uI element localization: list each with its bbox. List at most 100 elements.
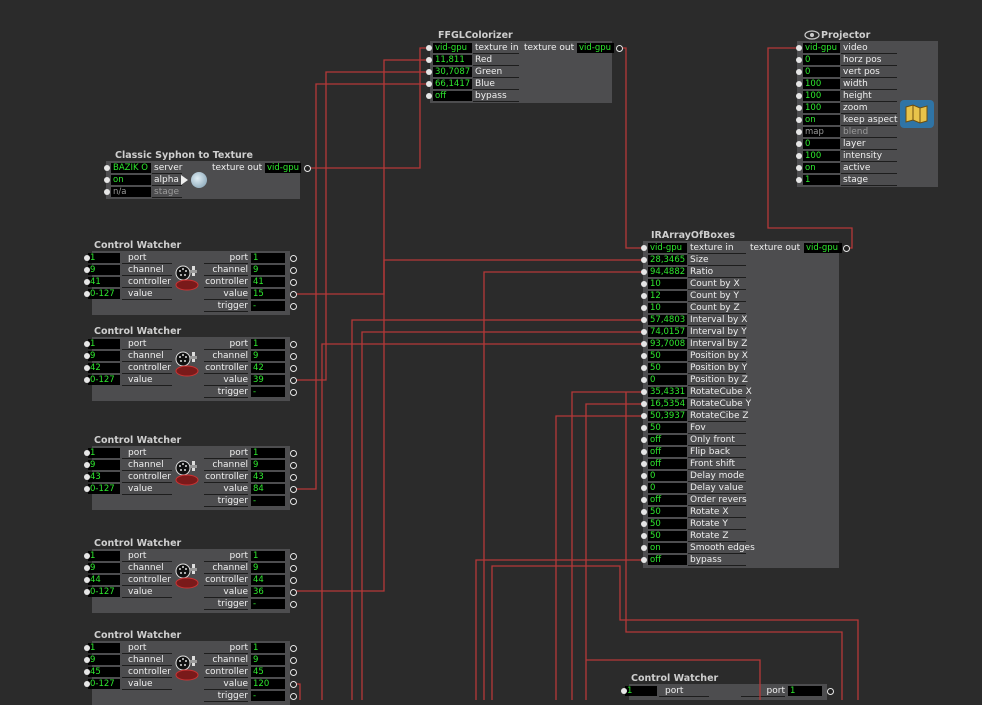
control-watcher-out-port[interactable] (290, 389, 297, 396)
irarray-in-value[interactable]: 16,5354 (648, 399, 687, 409)
irarray-in-port[interactable] (641, 461, 647, 467)
projector-in-port[interactable] (796, 45, 802, 51)
irarray-in-value[interactable]: off (648, 495, 687, 505)
control-watcher-in-port[interactable] (84, 267, 90, 273)
control-watcher-out-port[interactable] (290, 303, 297, 310)
irarray-in-value[interactable]: 50 (648, 351, 687, 361)
control-watcher-out-port[interactable] (290, 601, 297, 608)
control-watcher-in-value[interactable]: 45 (88, 667, 120, 677)
irarray-in-port[interactable] (641, 245, 647, 251)
irarray-in-port[interactable] (641, 437, 647, 443)
ffgl-in-value[interactable]: 11,811 (433, 55, 472, 65)
control-watcher-out-port[interactable] (290, 565, 297, 572)
control-watcher-out-value[interactable]: 41 (251, 277, 285, 287)
control-watcher-out-value[interactable]: 1 (251, 643, 285, 653)
irarray-in-port[interactable] (641, 557, 647, 563)
control-watcher-in-value[interactable]: 9 (88, 351, 120, 361)
irarray-in-value[interactable]: off (648, 435, 687, 445)
control-watcher-in-port[interactable] (84, 255, 90, 261)
irarray-in-value[interactable]: 0 (648, 483, 687, 493)
control-watcher-out-value[interactable]: 1 (251, 253, 285, 263)
control-watcher-out-port[interactable] (290, 474, 297, 481)
control-watcher-in-port[interactable] (84, 645, 90, 651)
control-watcher-out-value[interactable]: 36 (251, 587, 285, 597)
control-watcher-out-port[interactable] (290, 681, 297, 688)
control-watcher-out-port[interactable] (290, 279, 297, 286)
projector-in-value[interactable]: 0 (803, 67, 840, 77)
control-watcher-in-port[interactable] (84, 291, 90, 297)
irarray-in-value[interactable]: 50 (648, 507, 687, 517)
syphon-out-port[interactable] (304, 165, 311, 172)
irarray-in-port[interactable] (641, 305, 647, 311)
control-watcher-out-port[interactable] (290, 486, 297, 493)
control-watcher-out-port[interactable] (290, 693, 297, 700)
irarray-in-port[interactable] (641, 509, 647, 515)
control-watcher-out-port[interactable] (290, 450, 297, 457)
ffgl-in-value[interactable]: off (433, 91, 472, 101)
projector-in-value[interactable]: map (803, 127, 840, 137)
irarray-in-value[interactable]: 50 (648, 531, 687, 541)
control-watcher-in-port[interactable] (84, 450, 90, 456)
control-watcher-in-value[interactable]: 1 (625, 686, 657, 696)
control-watcher-in-value[interactable]: 9 (88, 563, 120, 573)
syphon-in-port[interactable] (104, 189, 110, 195)
control-watcher-in-port[interactable] (84, 669, 90, 675)
irarray-in-port[interactable] (641, 425, 647, 431)
irarray-in-port[interactable] (641, 545, 647, 551)
irarray-out-port[interactable] (843, 245, 850, 252)
irarray-in-port[interactable] (641, 353, 647, 359)
control-watcher-out-value[interactable]: 44 (251, 575, 285, 585)
projector-in-value[interactable]: 1 (803, 175, 840, 185)
projector-in-port[interactable] (796, 81, 802, 87)
control-watcher-out-value[interactable]: 1 (251, 448, 285, 458)
irarray-in-port[interactable] (641, 485, 647, 491)
control-watcher-in-value[interactable]: 0-127 (88, 679, 120, 689)
control-watcher-in-port[interactable] (84, 365, 90, 371)
syphon-out-value[interactable]: vid-gpu (265, 163, 301, 173)
irarray-in-port[interactable] (641, 401, 647, 407)
irarray-in-value[interactable]: 0 (648, 471, 687, 481)
irarray-in-value[interactable]: vid-gpu (648, 243, 687, 253)
control-watcher-out-value[interactable]: - (251, 387, 285, 397)
control-watcher-out-value[interactable]: 1 (251, 551, 285, 561)
projector-in-value[interactable]: 100 (803, 151, 840, 161)
ffgl-in-port[interactable] (426, 93, 432, 99)
control-watcher-out-value[interactable]: 39 (251, 375, 285, 385)
ffgl-out-value[interactable]: vid-gpu (577, 43, 614, 53)
irarray-in-port[interactable] (641, 281, 647, 287)
irarray-in-value[interactable]: 50 (648, 423, 687, 433)
control-watcher-out-port[interactable] (290, 589, 297, 596)
control-watcher-out-port[interactable] (290, 341, 297, 348)
control-watcher-out-port[interactable] (827, 688, 834, 695)
control-watcher-in-port[interactable] (84, 681, 90, 687)
control-watcher-in-value[interactable]: 41 (88, 277, 120, 287)
projector-in-port[interactable] (796, 165, 802, 171)
control-watcher-in-value[interactable]: 1 (88, 253, 120, 263)
control-watcher-in-value[interactable]: 43 (88, 472, 120, 482)
control-watcher-out-port[interactable] (290, 645, 297, 652)
control-watcher-in-value[interactable]: 1 (88, 339, 120, 349)
irarray-in-value[interactable]: 28,3465 (648, 255, 687, 265)
control-watcher-in-value[interactable]: 9 (88, 655, 120, 665)
control-watcher-in-port[interactable] (84, 486, 90, 492)
control-watcher-in-value[interactable]: 0-127 (88, 587, 120, 597)
control-watcher-out-port[interactable] (290, 291, 297, 298)
irarray-in-port[interactable] (641, 473, 647, 479)
syphon-in-value[interactable]: n/a (111, 187, 151, 197)
control-watcher-out-port[interactable] (290, 377, 297, 384)
projector-in-port[interactable] (796, 117, 802, 123)
syphon-in-value[interactable]: BAZIK O (111, 163, 151, 173)
control-watcher-in-port[interactable] (84, 279, 90, 285)
irarray-in-value[interactable]: 94,4882 (648, 267, 687, 277)
projector-in-value[interactable]: 100 (803, 103, 840, 113)
irarray-in-port[interactable] (641, 377, 647, 383)
control-watcher-in-value[interactable]: 1 (88, 643, 120, 653)
control-watcher-in-port[interactable] (84, 341, 90, 347)
irarray-in-port[interactable] (641, 497, 647, 503)
ffgl-in-value[interactable]: 30,7087 (433, 67, 472, 77)
irarray-in-port[interactable] (641, 449, 647, 455)
control-watcher-in-port[interactable] (84, 553, 90, 559)
control-watcher-in-value[interactable]: 9 (88, 265, 120, 275)
irarray-in-value[interactable]: off (648, 459, 687, 469)
control-watcher-in-port[interactable] (84, 353, 90, 359)
